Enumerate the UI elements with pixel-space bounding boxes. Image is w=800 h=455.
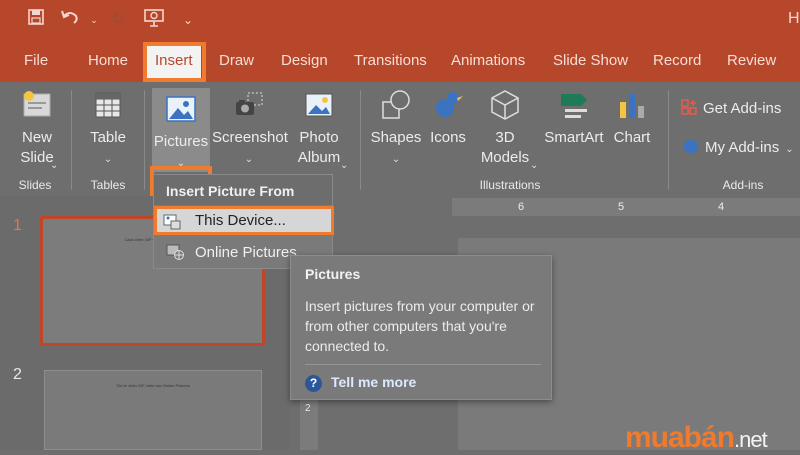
slide-title: Tải về chèn GIF, bấm vào Online Pictures [116,383,190,388]
ribbon-tabs: File Home Insert Draw Design Transitions… [0,40,800,82]
photo-album-button[interactable]: Photo Album ⌄ [288,88,350,171]
chevron-down-icon: ⌄ [50,160,59,171]
group-label-illustrations: Illustrations [479,178,541,192]
tab-file[interactable]: File [24,52,48,69]
pictures-button[interactable]: Pictures ⌄ [152,88,210,172]
screenshot-icon [236,92,263,115]
app-title: H [788,10,800,27]
my-addins-icon [684,139,698,154]
ribbon: New Slide ⌄ Slides Table ⌄ Tables Pictur… [0,82,800,256]
globe-picture-icon [166,244,184,260]
table-icon [95,92,121,118]
chevron-down-icon: ⌄ [244,154,254,165]
chevron-down-icon: ⌄ [340,160,349,171]
chevron-down-icon: ⌄ [391,154,401,165]
screenshot-button[interactable]: Screenshot ⌄ [212,88,288,170]
tab-transitions[interactable]: Transitions [354,52,427,69]
tell-me-more-link[interactable]: ? Tell me more [305,374,416,392]
tab-home[interactable]: Home [88,52,128,69]
smartart-icon [561,94,587,118]
shapes-icon [382,90,410,119]
new-slide-icon [23,91,51,117]
get-addins-button[interactable]: Get Add-ins [680,98,781,119]
customize-toolbar-icon[interactable]: ⌄ [176,8,200,32]
pictures-tooltip: Pictures Insert pictures from your compu… [290,255,552,400]
undo-dropdown-icon[interactable]: ⌄ [82,8,106,32]
insert-tab-highlight [143,42,206,82]
horizontal-ruler: 6 5 4 [452,198,800,216]
shapes-button[interactable]: Shapes ⌄ [368,88,424,170]
tab-record[interactable]: Record [653,52,701,69]
save-icon[interactable] [24,8,48,32]
tab-slide-show[interactable]: Slide Show [553,52,628,69]
tab-animations[interactable]: Animations [451,52,525,69]
group-label-addins: Add-ins [722,178,764,192]
divider [360,90,361,190]
group-label-tables: Tables [90,178,126,192]
table-button[interactable]: Table ⌄ [80,88,136,170]
chart-icon [620,94,644,118]
divider [71,90,72,190]
slide-thumbnail-2[interactable]: Tải về chèn GIF, bấm vào Online Pictures [44,370,262,450]
divider [305,364,541,365]
my-addins-button[interactable]: My Add-ins ⌄ [682,137,794,160]
undo-icon[interactable] [58,8,82,32]
pictures-icon [166,96,196,122]
chevron-down-icon: ⌄ [785,144,794,155]
tooltip-description: Insert pictures from your computer or fr… [305,298,535,354]
get-addins-icon [681,99,697,115]
chevron-down-icon: ⌄ [103,154,113,165]
title-bar: ⌄ ↻ ⌄ H [0,0,800,40]
chart-button[interactable]: Chart [610,88,654,148]
3d-models-button[interactable]: 3D Models ⌄ [472,88,538,171]
photo-album-icon [305,93,333,117]
menu-item-this-device[interactable]: This Device... [154,206,334,235]
presentation-icon[interactable] [142,8,166,32]
icons-button[interactable]: Icons [426,88,470,148]
menu-header: Insert Picture From [154,175,332,205]
vertical-ruler: 2 [300,395,318,450]
slide-number: 1 [13,217,22,234]
smartart-button[interactable]: SmartArt [542,88,606,148]
group-label-slides: Slides [18,178,52,192]
help-icon: ? [305,375,322,392]
divider [668,90,669,190]
tab-design[interactable]: Design [281,52,328,69]
device-icon [163,214,181,230]
divider [144,90,145,190]
tab-review[interactable]: Review [727,52,776,69]
chevron-down-icon: ⌄ [530,160,539,171]
tab-draw[interactable]: Draw [219,52,254,69]
redo-icon: ↻ [111,11,125,28]
new-slide-button[interactable]: New Slide ⌄ [10,88,64,171]
tooltip-title: Pictures [305,266,361,282]
cube-icon [491,90,519,120]
icons-icon [436,92,463,117]
slide-number: 2 [13,366,22,383]
